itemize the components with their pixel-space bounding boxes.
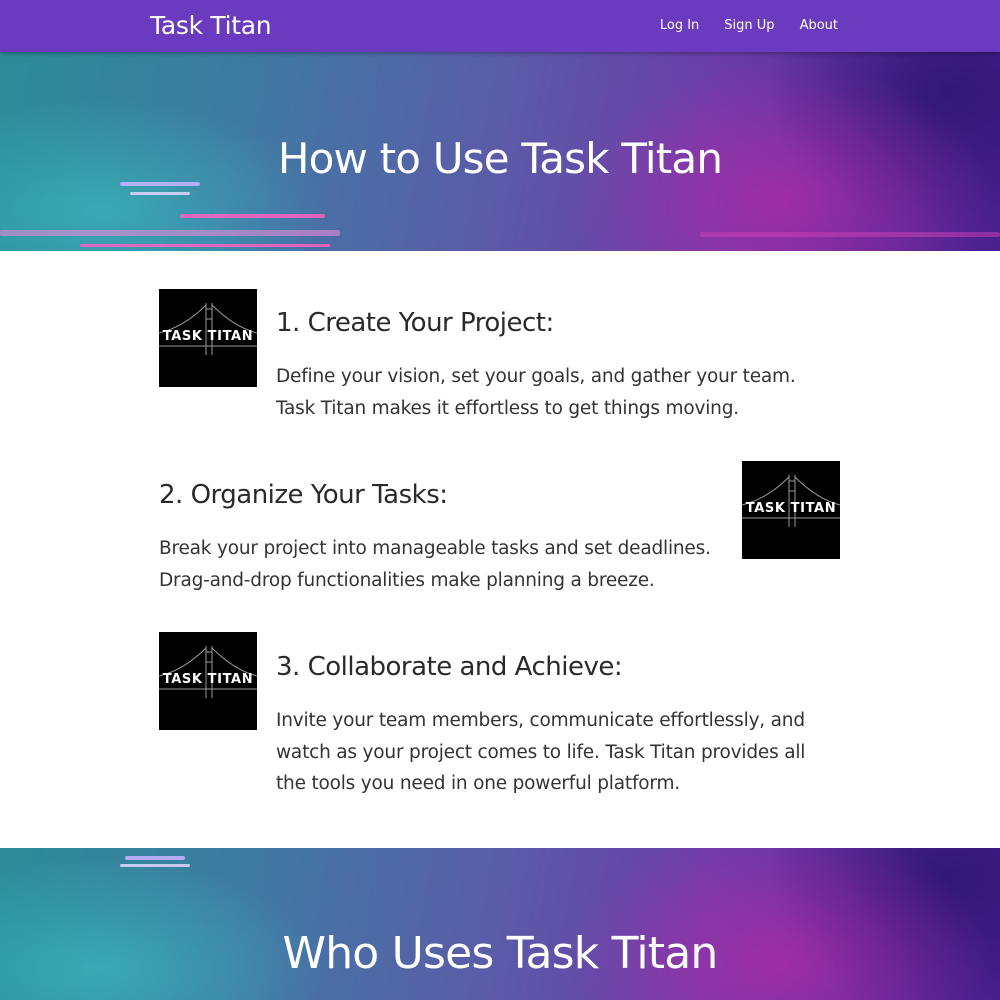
task-titan-logo: TASK TITAN <box>159 632 257 730</box>
who-uses-banner: Who Uses Task Titan <box>0 848 1000 1000</box>
nav-link-log-in[interactable]: Log In <box>660 18 699 33</box>
hero-streak <box>700 232 1000 237</box>
task-titan-logo: TASK TITAN <box>159 289 257 387</box>
hero-banner: How to Use Task Titan <box>0 52 1000 251</box>
nav-link-about[interactable]: About <box>800 18 838 33</box>
brand-link[interactable]: Task Titan <box>150 11 272 40</box>
nav-links: Log In Sign Up About <box>660 18 838 33</box>
step-1-heading: 1. Create Your Project: <box>276 308 554 338</box>
section-title: Who Uses Task Titan <box>282 928 718 979</box>
logo-text: TASK TITAN <box>745 501 837 516</box>
step-2-description: Break your project into manageable tasks… <box>159 538 711 591</box>
nav-link-sign-up[interactable]: Sign Up <box>724 18 774 33</box>
hero-streak <box>125 856 185 860</box>
page-title: How to Use Task Titan <box>277 134 723 183</box>
hero-streak <box>0 230 340 236</box>
hero-streak <box>80 244 330 247</box>
logo-text: TASK TITAN <box>162 329 254 344</box>
step-3-description: Invite your team members, communicate ef… <box>276 710 806 794</box>
navbar: Task Titan Log In Sign Up About <box>0 0 1000 52</box>
step-1-description: Define your vision, set your goals, and … <box>276 366 796 419</box>
step-3-heading: 3. Collaborate and Achieve: <box>276 652 623 682</box>
logo-text: TASK TITAN <box>162 672 254 687</box>
hero-streak <box>130 192 190 195</box>
hero-streak <box>120 864 190 867</box>
step-2-heading: 2. Organize Your Tasks: <box>159 480 448 510</box>
task-titan-logo: TASK TITAN <box>742 461 840 559</box>
hero-streak <box>180 214 325 218</box>
